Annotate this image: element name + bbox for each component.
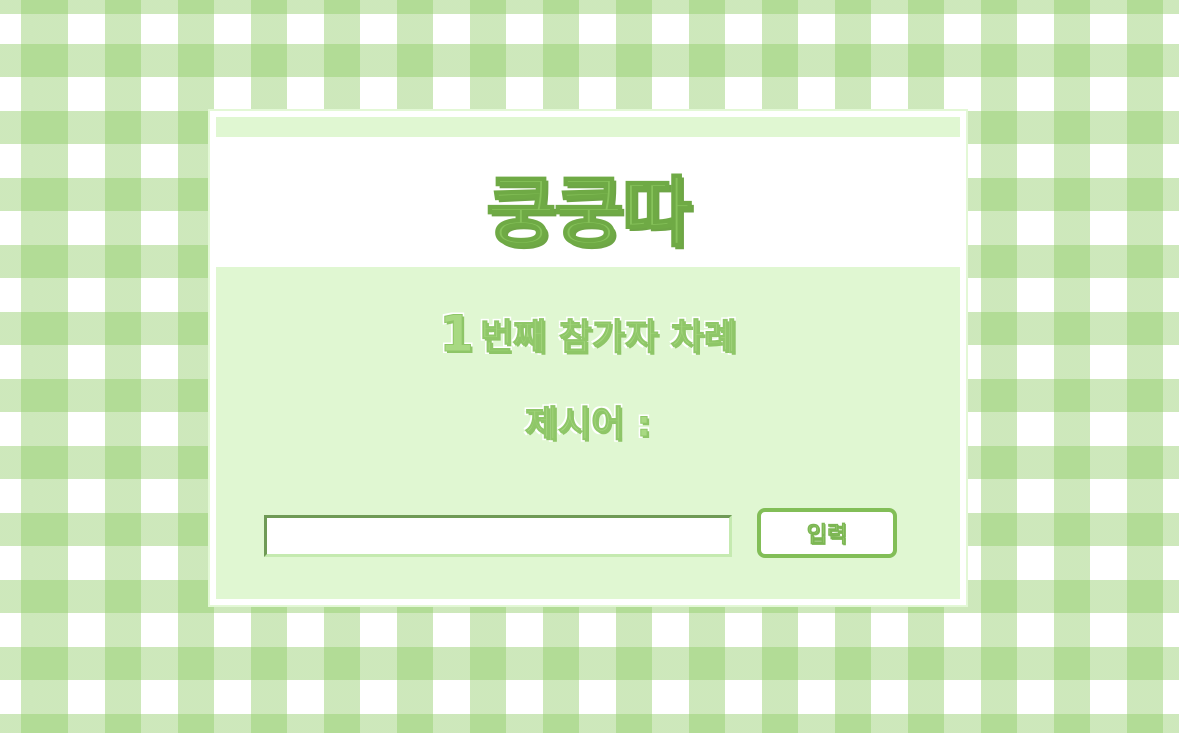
submit-button[interactable]: 입력 (757, 508, 897, 558)
turn-label: 번째 참가자 차례 (479, 317, 737, 359)
turn-indicator: 1 번째 참가자 차례 (216, 305, 960, 364)
game-title: 쿵쿵따 (485, 167, 693, 258)
game-area: 1 번째 참가자 차례 제시어 : 입력 (216, 267, 960, 599)
prompt-word-label: 제시어 : (524, 404, 652, 446)
word-input[interactable] (264, 515, 732, 557)
panel-top-strip (216, 117, 960, 137)
game-panel: 쿵쿵따 1 번째 참가자 차례 제시어 : 입력 (208, 109, 968, 607)
title-area: 쿵쿵따 (216, 137, 960, 267)
turn-number: 1 (439, 305, 475, 364)
